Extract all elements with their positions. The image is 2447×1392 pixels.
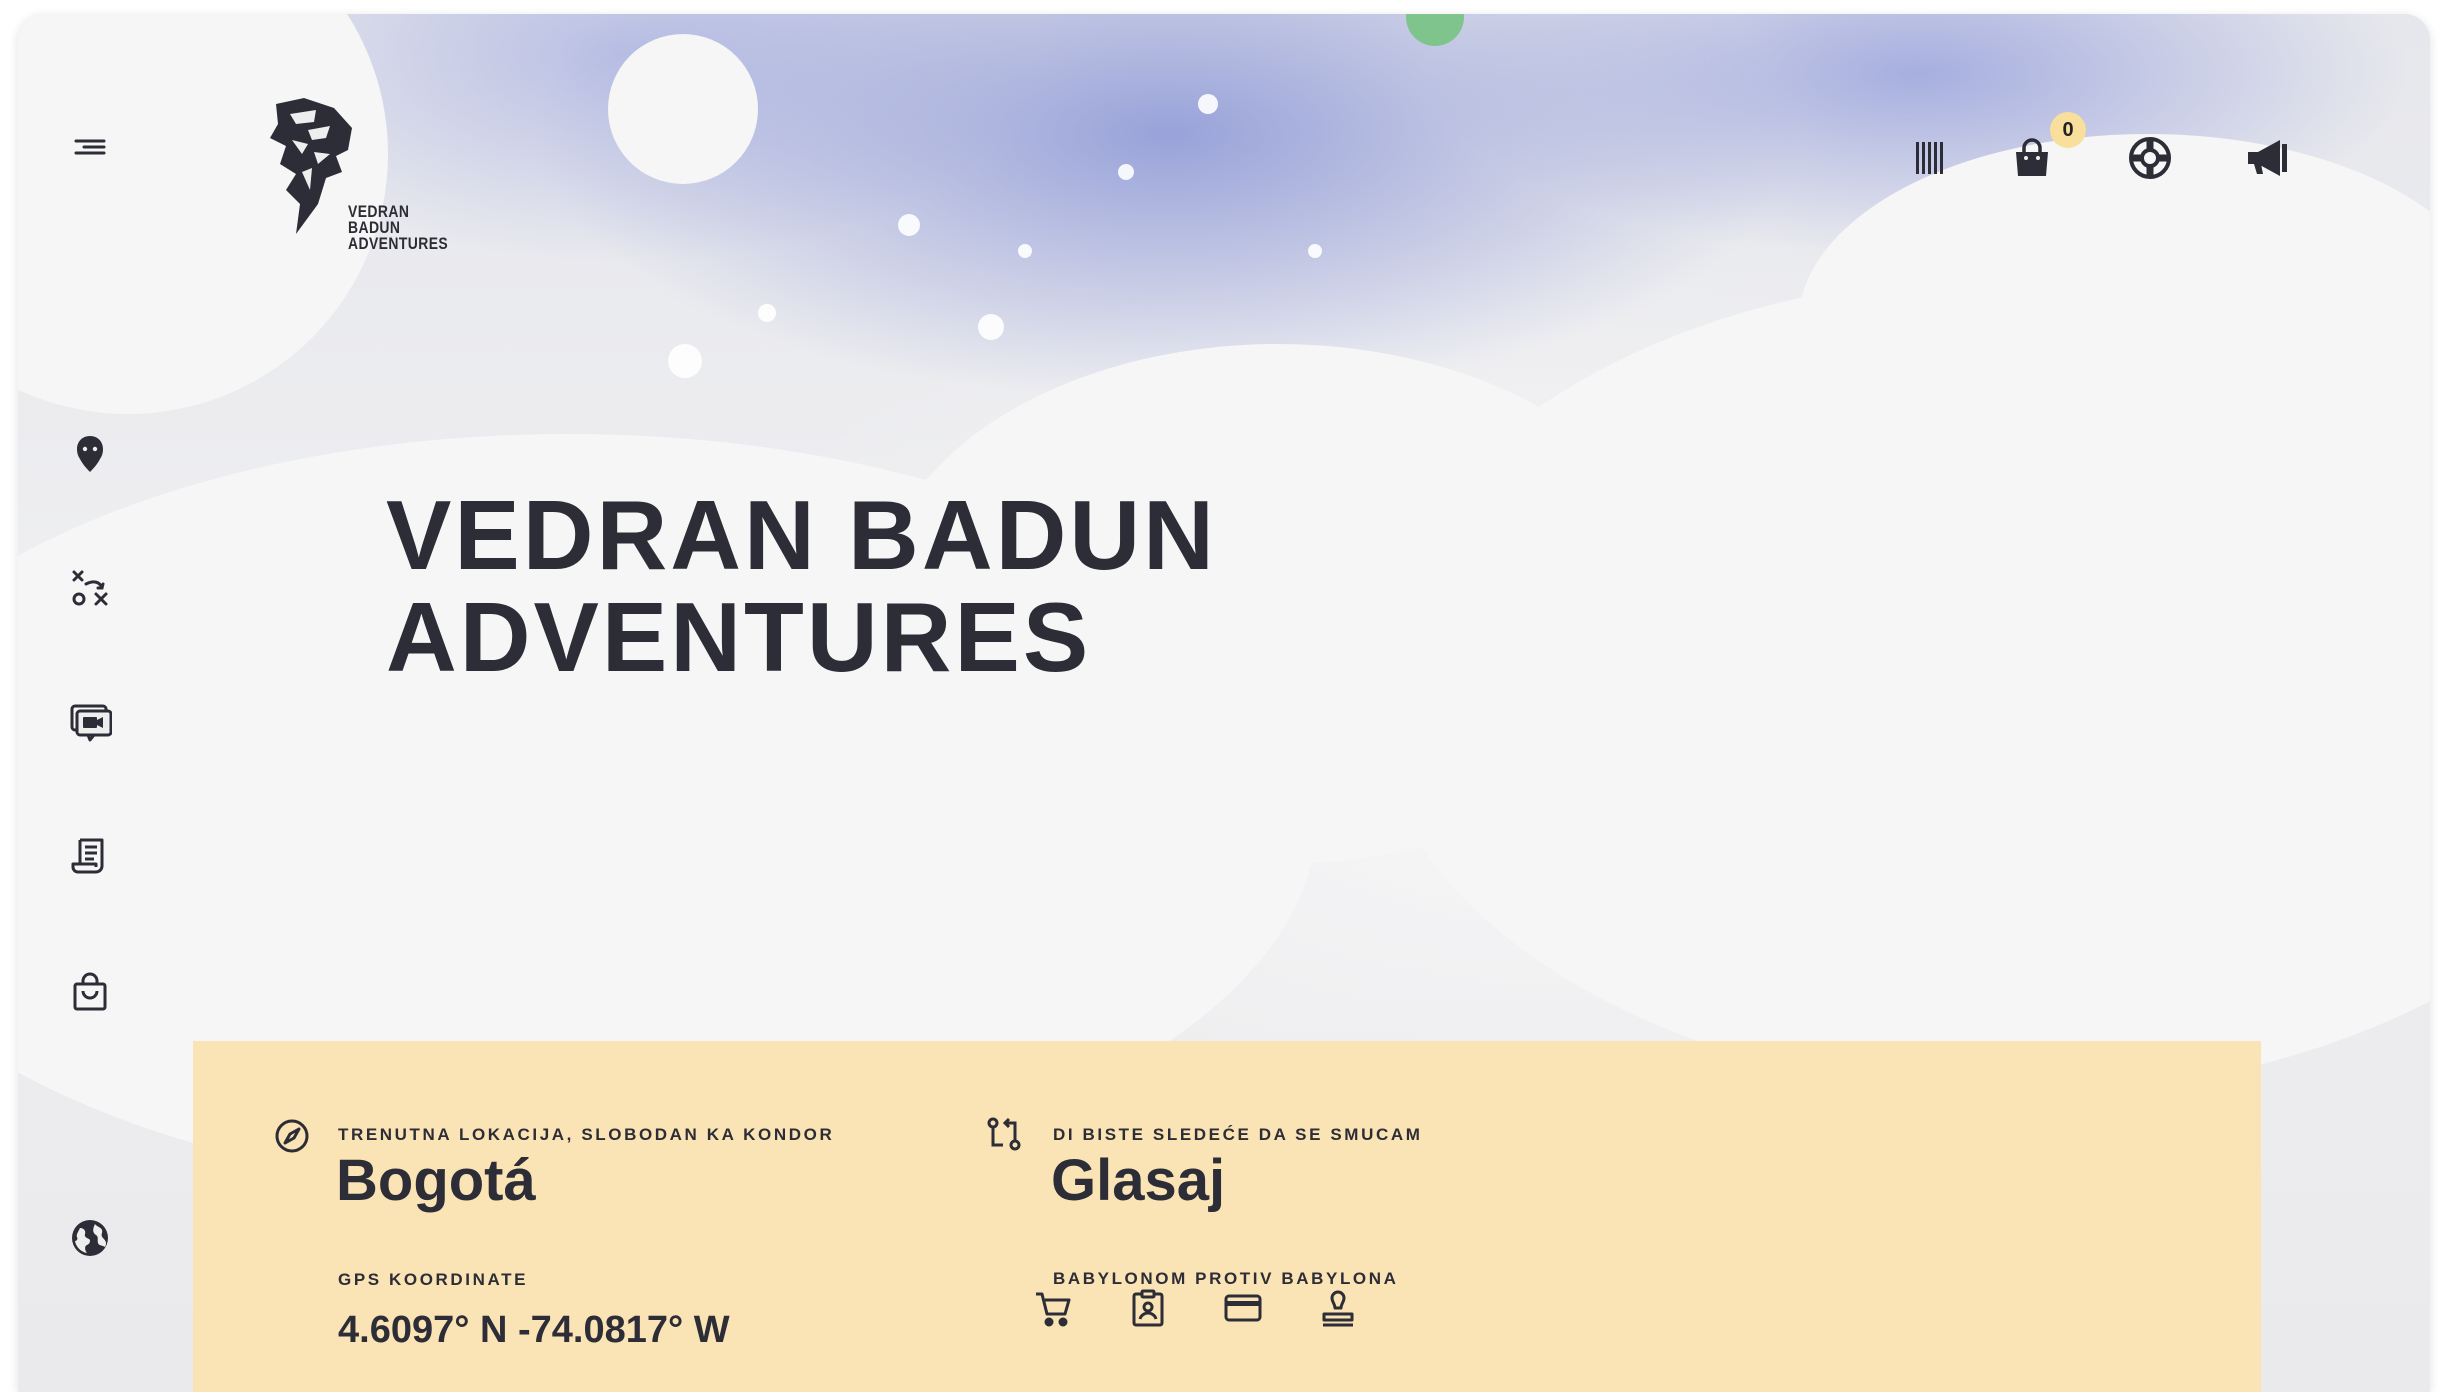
splash-shape: [608, 34, 758, 184]
stamp-icon[interactable]: [1318, 1288, 1358, 1328]
splash-drop: [1118, 164, 1134, 180]
globe-icon[interactable]: [68, 1216, 112, 1260]
splash-drop: [758, 304, 776, 322]
next-destination-label: DI BISTE SLEDEĆE DA SE SMUCAM: [1053, 1125, 1423, 1144]
menu-icon[interactable]: [70, 132, 110, 162]
splash-drop: [1308, 244, 1322, 258]
location-label: TRENUTNA LOKACIJA, SLOBODAN KA KONDOR: [338, 1125, 835, 1144]
info-panel: TRENUTNA LOKACIJA, SLOBODAN KA KONDOR Bo…: [193, 1041, 2261, 1392]
cart-count-badge: 0: [2050, 112, 2086, 148]
logo-wordmark: VEDRAN BADUN ADVENTURES: [348, 202, 449, 253]
shopping-bag-icon[interactable]: [68, 970, 112, 1014]
splash-drop: [1198, 94, 1218, 114]
babylon-label: BABYLONOM PROTIV BABYLONA: [1053, 1269, 1399, 1288]
location-value: Bogotá: [336, 1148, 536, 1213]
barcode-icon[interactable]: [1906, 134, 1954, 182]
brand-logo[interactable]: VEDRAN BADUN ADVENTURES: [256, 94, 476, 254]
strategy-icon[interactable]: [68, 566, 112, 610]
route-icon: [985, 1115, 1023, 1153]
compass-icon: [273, 1117, 311, 1155]
megaphone-icon[interactable]: [2244, 134, 2292, 182]
bag-icon[interactable]: [2008, 134, 2056, 182]
gps-value: 4.6097° N -74.0817° W: [338, 1309, 730, 1351]
gps-label: GPS KOORDINATE: [338, 1270, 529, 1289]
splash-drop: [668, 344, 702, 378]
hero-title-line1: VEDRAN BADUN: [386, 480, 1217, 590]
vote-link[interactable]: Glasaj: [1051, 1147, 1225, 1214]
splash-drop: [898, 214, 920, 236]
hero-title: VEDRAN BADUN ADVENTURES: [386, 484, 1217, 688]
app-window: VEDRAN BADUN ADVENTURES 0 VEDRAN BADUN A…: [18, 14, 2430, 1392]
clipboard-badge-icon[interactable]: [1128, 1288, 1168, 1328]
lifebuoy-icon[interactable]: [2126, 134, 2174, 182]
splash-drop: [978, 314, 1004, 340]
credit-card-icon[interactable]: [1223, 1288, 1263, 1328]
video-chat-icon[interactable]: [68, 700, 112, 744]
cart-icon[interactable]: [1033, 1288, 1073, 1328]
bearded-face-icon[interactable]: [68, 432, 112, 476]
splash-drop: [1018, 244, 1032, 258]
scroll-document-icon[interactable]: [68, 834, 112, 878]
hero-title-line2: ADVENTURES: [386, 582, 1092, 692]
